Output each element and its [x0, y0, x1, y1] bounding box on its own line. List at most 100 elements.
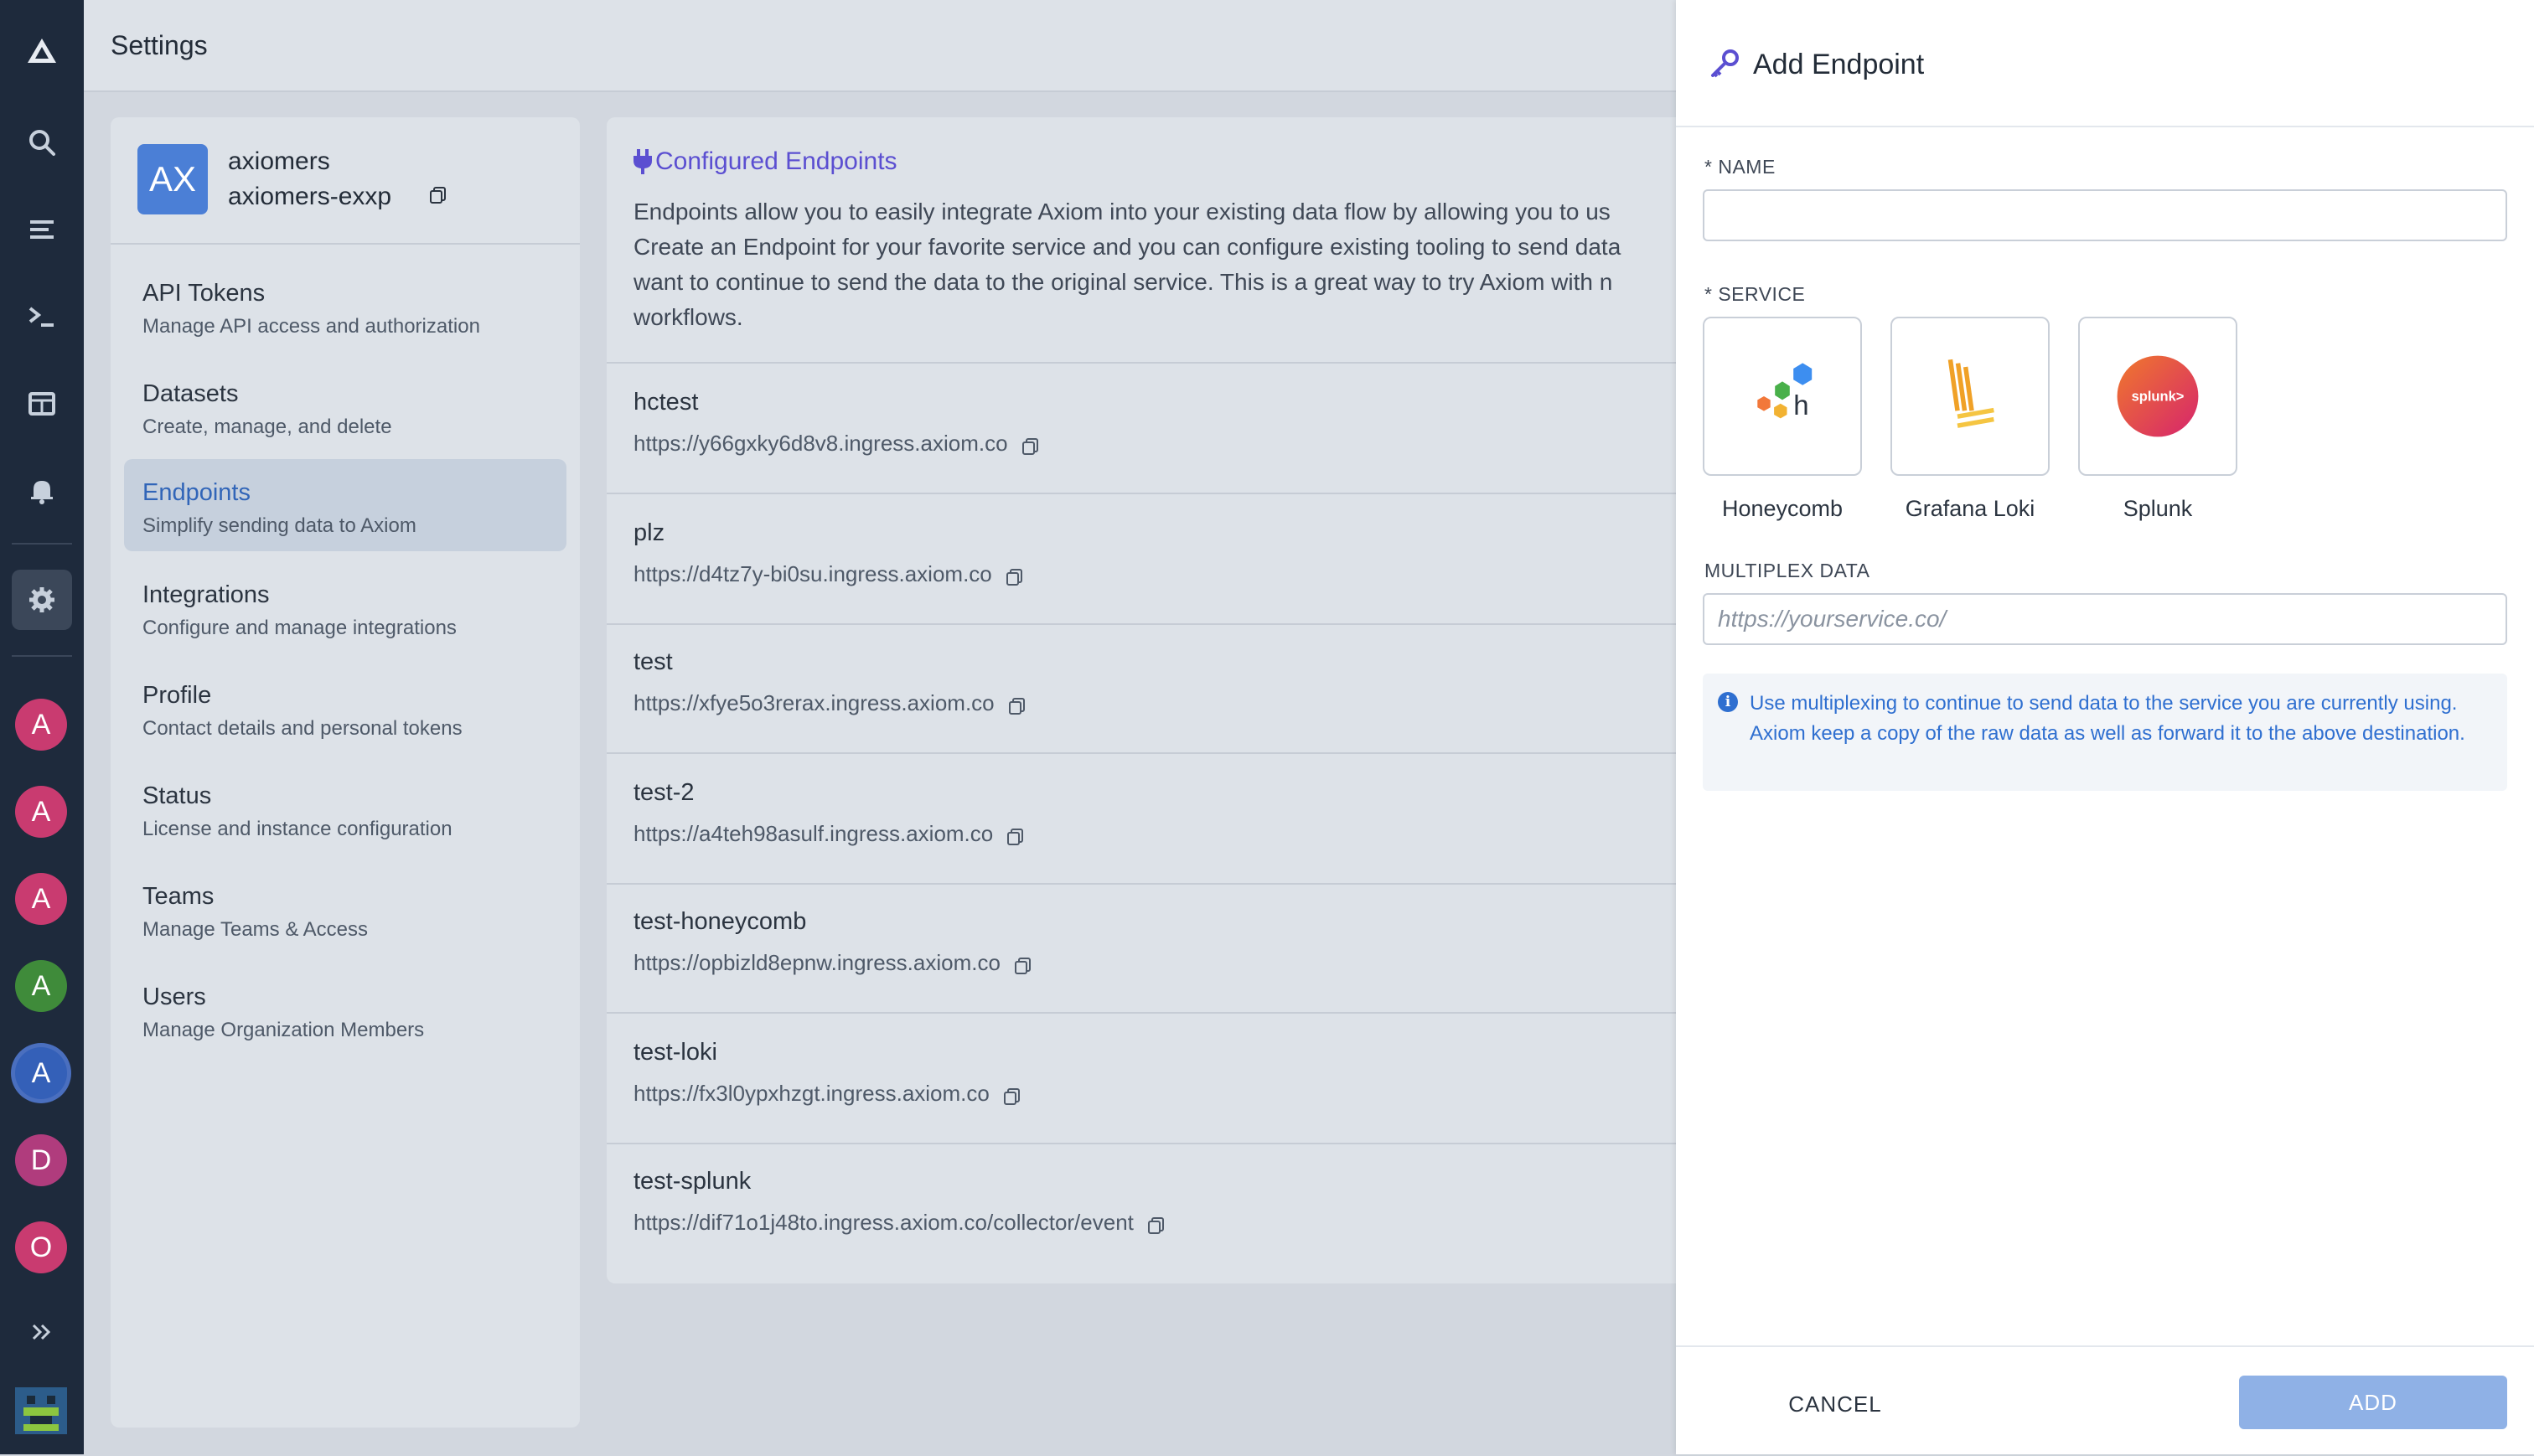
name-input[interactable] [1703, 189, 2507, 241]
copy-icon[interactable] [1006, 566, 1024, 586]
multiplex-info-text: Use multiplexing to continue to send dat… [1750, 692, 2465, 745]
axiom-logo-icon[interactable] [17, 27, 67, 77]
splunk-logo-icon: splunk> [2117, 355, 2199, 437]
nav-label: Datasets [142, 380, 239, 407]
settings-nav-datasets[interactable]: Datasets Create, manage, and delete [124, 360, 566, 452]
service-honeycomb-label: Honeycomb [1721, 496, 1844, 521]
multiplex-info-box: i Use multiplexing to continue to send d… [1703, 674, 2507, 791]
service-grafana-loki-label: Grafana Loki [1905, 496, 2035, 521]
grafana-loki-logo-icon [1947, 359, 1994, 428]
nav-label: API Tokens [142, 280, 266, 307]
left-nav-rail: A A A A A D O [0, 0, 84, 1454]
org-avatar[interactable]: A [15, 699, 67, 751]
org-name: axiomers [228, 147, 330, 175]
stream-icon[interactable] [17, 204, 67, 255]
nav-description: Manage Organization Members [142, 1019, 425, 1041]
service-honeycomb-card[interactable]: h [1703, 317, 1862, 476]
user-avatar[interactable] [15, 1387, 67, 1434]
service-label: * SERVICE [1704, 283, 1806, 305]
settings-nav-endpoints[interactable]: Endpoints Simplify sending data to Axiom [124, 459, 566, 551]
endpoint-row[interactable]: test-2 https://a4teh98asulf.ingress.axio… [607, 754, 1676, 885]
copy-icon[interactable] [1008, 695, 1027, 715]
endpoint-url: https://opbizld8epnw.ingress.axiom.co [634, 950, 1032, 976]
settings-nav-status[interactable]: Status License and instance configuratio… [124, 762, 566, 854]
service-grafana-loki-card[interactable] [1890, 317, 2050, 476]
endpoint-url-text: https://a4teh98asulf.ingress.axiom.co [634, 821, 994, 846]
drawer-header: Add Endpoint [1676, 0, 2534, 127]
search-icon[interactable] [17, 117, 67, 168]
endpoint-row[interactable]: test-splunk https://dif71o1j48to.ingress… [607, 1143, 1676, 1272]
bell-icon[interactable] [17, 466, 67, 516]
add-endpoint-drawer: Add Endpoint * NAME * SERVICE h Honeycom… [1676, 0, 2534, 1454]
plug-icon [634, 149, 652, 174]
endpoint-row[interactable]: test-honeycomb https://opbizld8epnw.ingr… [607, 883, 1676, 1014]
settings-nav-profile[interactable]: Profile Contact details and personal tok… [124, 662, 566, 754]
org-avatar[interactable]: O [15, 1221, 67, 1273]
endpoint-name: test [634, 648, 673, 675]
name-label: * NAME [1704, 156, 1776, 178]
endpoint-row[interactable]: hctest https://y66gxky6d8v8.ingress.axio… [607, 364, 1676, 494]
endpoint-url-text: https://fx3l0ypxhzgt.ingress.axiom.co [634, 1081, 990, 1106]
nav-description: Contact details and personal tokens [142, 717, 463, 740]
service-splunk-card[interactable]: splunk> [2078, 317, 2237, 476]
settings-sidebar: AX axiomers axiomers-exxp API Tokens Man… [111, 117, 580, 1428]
gear-icon[interactable] [12, 570, 72, 630]
rail-divider [12, 655, 72, 657]
nav-description: Create, manage, and delete [142, 416, 392, 438]
nav-description: License and instance configuration [142, 818, 452, 840]
nav-label: Status [142, 782, 212, 809]
endpoint-name: test-2 [634, 779, 695, 806]
org-avatar[interactable]: D [15, 1134, 67, 1186]
org-avatar[interactable]: A [15, 873, 67, 925]
honeycomb-logo-icon: h [1757, 363, 1813, 421]
page-title: Settings [111, 30, 208, 60]
copy-icon[interactable] [429, 186, 447, 204]
endpoints-header: Configured Endpoints Endpoints allow you… [607, 117, 1676, 364]
org-id: axiomers-exxp [228, 183, 392, 210]
terminal-icon[interactable] [17, 292, 67, 342]
endpoint-url-text: https://opbizld8epnw.ingress.axiom.co [634, 950, 1001, 975]
org-avatar[interactable]: A [15, 786, 67, 838]
dashboard-icon[interactable] [17, 379, 67, 429]
add-button[interactable]: ADD [2239, 1376, 2507, 1429]
nav-description: Manage Teams & Access [142, 918, 369, 941]
settings-nav-users[interactable]: Users Manage Organization Members [124, 963, 566, 1056]
double-chevron-right-icon[interactable] [17, 1307, 67, 1357]
org-badge: AX [137, 144, 208, 214]
copy-icon[interactable] [1021, 436, 1040, 456]
endpoint-name: hctest [634, 389, 699, 416]
nav-label: Profile [142, 682, 212, 709]
copy-icon[interactable] [1006, 826, 1025, 846]
drawer-title: Add Endpoint [1753, 49, 1925, 80]
settings-nav-integrations[interactable]: Integrations Configure and manage integr… [124, 561, 566, 653]
multiplex-label: MULTIPLEX DATA [1704, 560, 1870, 581]
copy-icon[interactable] [1003, 1086, 1021, 1106]
nav-description: Configure and manage integrations [142, 617, 457, 639]
endpoint-url-text: https://xfye5o3rerax.ingress.axiom.co [634, 690, 995, 715]
org-avatar-selected[interactable]: A [15, 1047, 67, 1099]
endpoint-row[interactable]: test https://xfye5o3rerax.ingress.axiom.… [607, 623, 1676, 754]
configured-endpoints-title: Configured Endpoints [655, 147, 897, 175]
multiplex-input[interactable] [1703, 593, 2507, 645]
endpoint-url: https://xfye5o3rerax.ingress.axiom.co [634, 690, 1027, 716]
endpoint-row[interactable]: plz https://d4tz7y-bi0su.ingress.axiom.c… [607, 494, 1676, 625]
endpoint-url-text: https://d4tz7y-bi0su.ingress.axiom.co [634, 561, 992, 586]
endpoint-name: test-honeycomb [634, 908, 807, 935]
endpoint-row[interactable]: test-loki https://fx3l0ypxhzgt.ingress.a… [607, 1014, 1676, 1144]
svg-text:h: h [1793, 390, 1808, 421]
settings-nav-api-tokens[interactable]: API Tokens Manage API access and authori… [124, 260, 566, 352]
endpoints-panel: Configured Endpoints Endpoints allow you… [607, 117, 1676, 1283]
copy-icon[interactable] [1014, 955, 1032, 975]
endpoint-url: https://dif71o1j48to.ingress.axiom.co/co… [634, 1210, 1166, 1236]
cancel-button[interactable]: CANCEL [1760, 1377, 1911, 1431]
copy-icon[interactable] [1147, 1215, 1166, 1235]
settings-nav-teams[interactable]: Teams Manage Teams & Access [124, 863, 566, 955]
top-bar: Settings [84, 0, 1676, 92]
endpoint-url: https://d4tz7y-bi0su.ingress.axiom.co [634, 561, 1024, 587]
nav-label: Endpoints [142, 479, 251, 506]
endpoint-url: https://y66gxky6d8v8.ingress.axiom.co [634, 431, 1040, 457]
org-avatar[interactable]: A [15, 960, 67, 1012]
endpoint-url-text: https://y66gxky6d8v8.ingress.axiom.co [634, 431, 1008, 456]
nav-description: Simplify sending data to Axiom [142, 514, 416, 537]
nav-label: Users [142, 984, 206, 1010]
